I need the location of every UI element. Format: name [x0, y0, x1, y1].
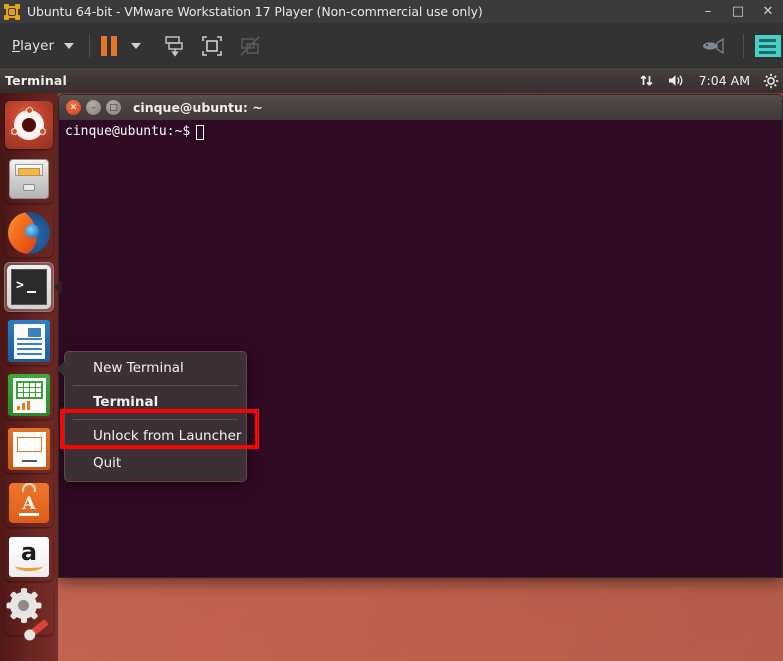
close-button[interactable]: ✕ [753, 0, 783, 23]
toolbar-divider [89, 33, 91, 58]
toolbar-divider [743, 33, 744, 58]
launcher-item-impress[interactable] [5, 425, 53, 473]
maximize-button[interactable]: □ [723, 0, 753, 23]
ubuntu-top-panel: Terminal 7:04 AM [0, 68, 783, 93]
terminal-minimize-button[interactable]: – [86, 100, 101, 115]
vmware-window-controls: – □ ✕ [693, 0, 783, 23]
player-menu-button[interactable]: Player [8, 35, 78, 57]
terminal-quicklist-menu: New Terminal Terminal Unlock from Launch… [56, 351, 247, 482]
launcher-item-settings[interactable] [5, 587, 53, 639]
panel-indicators: 7:04 AM [639, 73, 783, 89]
menu-separator [73, 419, 238, 420]
launcher-item-calc[interactable] [5, 371, 53, 419]
libreoffice-impress-icon [8, 428, 50, 470]
pause-dropdown-button[interactable] [121, 31, 151, 61]
vmware-icon [3, 3, 21, 21]
send-key-button[interactable] [159, 31, 189, 61]
ubuntu-guest-screen: Terminal 7:04 AM > A a ✕ – □ cinque@ubun… [0, 68, 783, 661]
menu-separator [73, 385, 238, 386]
settings-gear-wrench-icon [6, 588, 50, 639]
libreoffice-writer-icon [8, 320, 50, 362]
terminal-close-button[interactable]: ✕ [66, 100, 81, 115]
launcher-item-terminal[interactable] [5, 263, 62, 311]
terminal-body[interactable]: cinque@ubuntu:~$ [58, 120, 783, 578]
chevron-down-icon [131, 42, 142, 49]
unity-mode-button[interactable] [235, 31, 265, 61]
launcher-item-software[interactable]: A [5, 479, 53, 527]
terminal-maximize-button[interactable]: □ [106, 100, 121, 115]
fullscreen-button[interactable] [197, 31, 227, 61]
vmware-toolbar: Player [0, 23, 783, 69]
terminal-titlebar[interactable]: ✕ – □ cinque@ubuntu: ~ [58, 94, 783, 120]
quicklist-unlock-from-launcher[interactable]: Unlock from Launcher [65, 423, 246, 450]
network-indicator-icon[interactable] [639, 73, 654, 88]
pause-button[interactable] [101, 35, 118, 56]
panel-app-title[interactable]: Terminal [5, 73, 67, 88]
terminal-prompt-text: cinque@ubuntu:~$ [65, 124, 191, 139]
launcher-item-firefox[interactable] [5, 209, 53, 257]
launcher-item-amazon[interactable]: a [5, 533, 53, 581]
quicklist-new-terminal[interactable]: New Terminal [65, 355, 246, 382]
ubuntu-logo-icon [5, 101, 53, 149]
launcher-item-dash[interactable] [5, 101, 53, 149]
player-menu-label: Player [12, 37, 55, 54]
screenshot-root: Ubuntu 64-bit - VMware Workstation 17 Pl… [0, 0, 783, 661]
launcher-item-writer[interactable] [5, 317, 53, 365]
chevron-down-icon [64, 42, 75, 49]
show-toolbar-icon[interactable] [755, 34, 781, 57]
terminal-window: ✕ – □ cinque@ubuntu: ~ cinque@ubuntu:~$ [58, 94, 783, 578]
terminal-icon [7, 265, 51, 309]
vmware-window-title: Ubuntu 64-bit - VMware Workstation 17 Pl… [27, 4, 483, 19]
quicklist-app-name: Terminal [93, 394, 159, 410]
clock-indicator[interactable]: 7:04 AM [699, 73, 750, 88]
launcher-item-files[interactable] [5, 155, 53, 203]
session-gear-icon[interactable] [763, 73, 779, 89]
vmware-titlebar: Ubuntu 64-bit - VMware Workstation 17 Pl… [0, 0, 783, 24]
software-center-icon: A [9, 483, 49, 523]
quicklist-quit[interactable]: Quit [65, 450, 246, 477]
unity-launcher: A a [0, 93, 62, 661]
volume-indicator-icon[interactable] [667, 73, 686, 88]
libreoffice-calc-icon [8, 374, 50, 416]
network-status-icon[interactable] [698, 31, 728, 61]
file-cabinet-icon [9, 159, 49, 199]
terminal-cursor [196, 124, 205, 140]
amazon-icon: a [9, 537, 49, 577]
terminal-window-title: cinque@ubuntu: ~ [133, 100, 263, 115]
minimize-button[interactable]: – [693, 0, 723, 23]
vmware-toolbar-right [694, 23, 783, 68]
terminal-prompt-line: cinque@ubuntu:~$ [65, 124, 776, 140]
firefox-icon [8, 212, 50, 254]
